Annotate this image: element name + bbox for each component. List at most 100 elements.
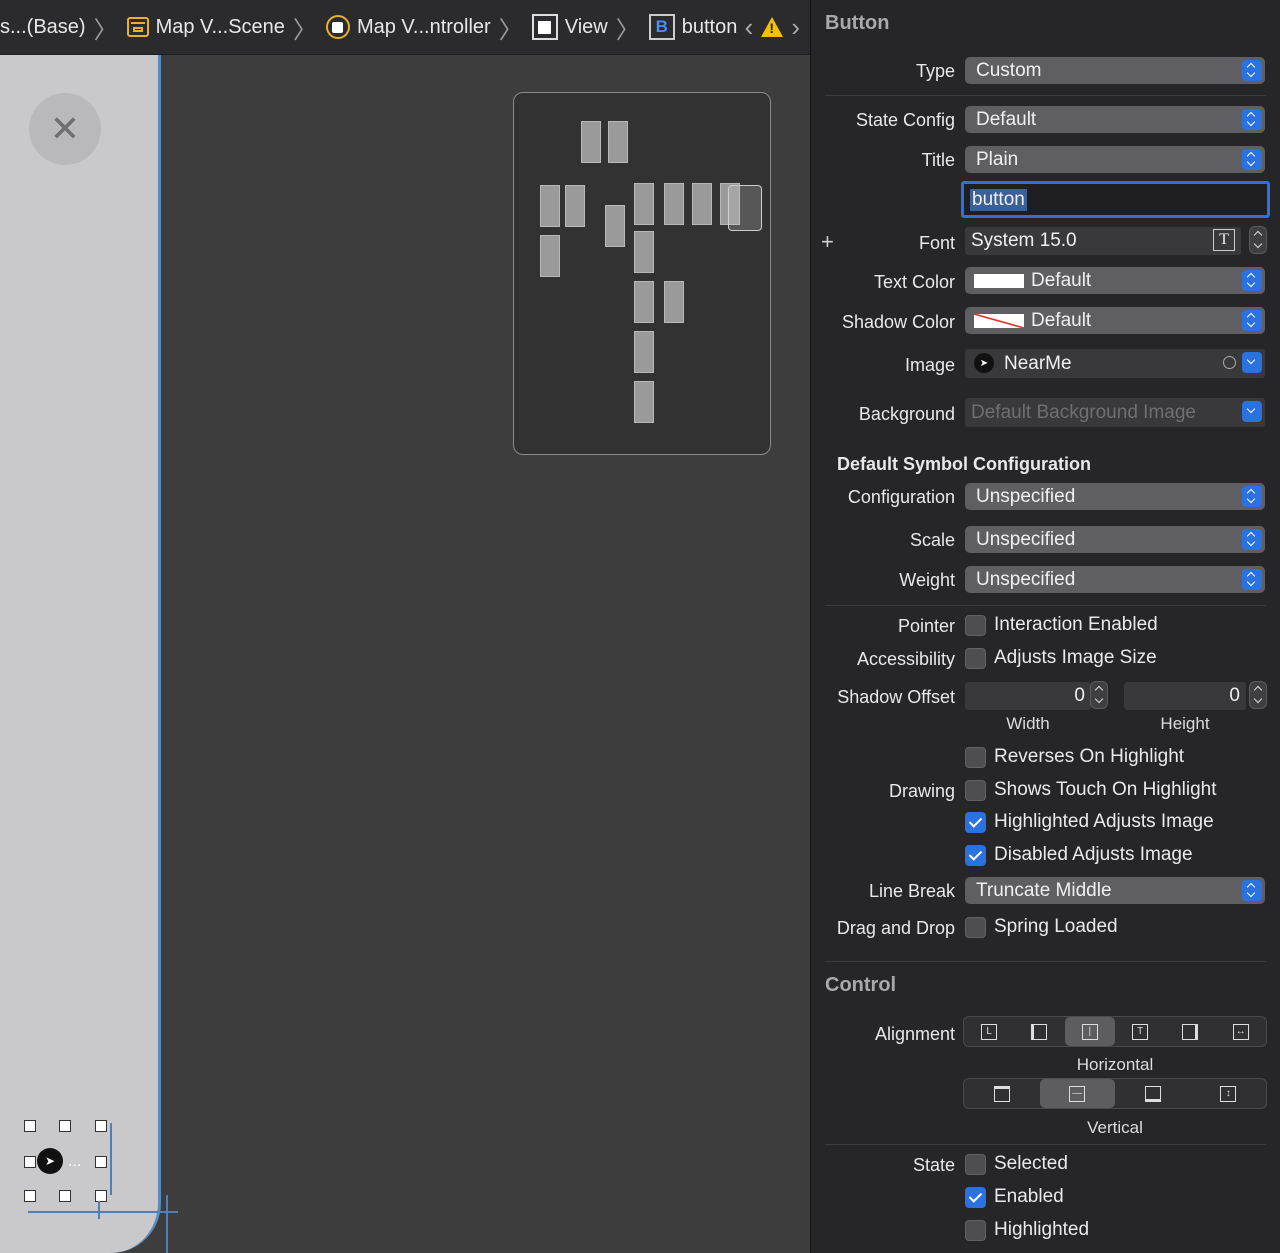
highlighted-adjusts-image-checkbox[interactable] <box>965 812 986 833</box>
highlighted-checkbox[interactable] <box>965 1220 986 1241</box>
align-left-edge-icon <box>1031 1023 1048 1040</box>
align-top-segment[interactable] <box>964 1079 1040 1108</box>
shadow-height-field[interactable]: 0 <box>1124 682 1246 710</box>
scale-value: Unspecified <box>976 528 1076 550</box>
title-text-value: button <box>970 188 1027 211</box>
highlighted-adjusts-image-label: Highlighted Adjusts Image <box>994 811 1214 832</box>
type-value: Custom <box>976 59 1042 81</box>
resize-handle[interactable] <box>24 1120 36 1132</box>
shadow-color-label: Shadow Color <box>841 312 955 332</box>
storyboard-minimap[interactable] <box>513 92 771 455</box>
align-trailing-segment[interactable]: T <box>1115 1017 1165 1046</box>
background-dropdown[interactable] <box>1239 398 1265 427</box>
resize-handle[interactable] <box>95 1156 107 1168</box>
crumb-scene-label: Map V...Scene <box>155 15 285 38</box>
align-left-segment[interactable] <box>1014 1017 1064 1046</box>
divider <box>825 95 1266 96</box>
resize-handle[interactable] <box>59 1190 71 1202</box>
font-field[interactable]: System 15.0 T <box>965 227 1241 255</box>
text-color-popup[interactable]: Default <box>965 267 1265 294</box>
crumb-button[interactable]: B button <box>648 14 737 40</box>
crumb-base[interactable]: s...(Base) <box>0 16 86 39</box>
disabled-adjusts-image-checkbox[interactable] <box>965 845 986 866</box>
align-leading-segment[interactable]: L <box>964 1017 1014 1046</box>
spring-loaded-checkbox[interactable] <box>965 917 986 938</box>
constraint-guide <box>28 1211 178 1213</box>
align-fill-segment[interactable]: ↔ <box>1216 1017 1266 1046</box>
scale-label: Scale <box>909 530 955 550</box>
color-swatch <box>974 274 1024 288</box>
constraint-guide <box>166 1195 168 1253</box>
shadow-width-field[interactable]: 0 <box>965 682 1091 710</box>
shadow-offset-label: Shadow Offset <box>837 687 955 707</box>
disabled-adjusts-image-label: Disabled Adjusts Image <box>994 844 1193 865</box>
storyboard-canvas[interactable]: ✕ ➤ ... <box>0 55 810 1253</box>
minimap-scene <box>634 183 654 225</box>
minimap-viewport[interactable] <box>728 185 762 231</box>
adjusts-image-size-label: Adjusts Image Size <box>994 647 1157 668</box>
crumb-view[interactable]: View <box>531 14 608 40</box>
shows-touch-on-highlight-checkbox[interactable] <box>965 780 986 801</box>
crumb-controller[interactable]: Map V...ntroller <box>325 15 491 39</box>
spring-loaded-label: Spring Loaded <box>994 916 1118 937</box>
previous-issue-icon[interactable]: ‹ <box>745 12 754 43</box>
align-bottom-segment[interactable] <box>1115 1079 1191 1108</box>
interaction-enabled-checkbox[interactable] <box>965 615 986 636</box>
selected-nearme-button[interactable]: ➤ <box>37 1148 63 1174</box>
symbol-config-header: Default Symbol Configuration <box>837 454 1091 474</box>
shadow-width-stepper[interactable] <box>1090 681 1108 709</box>
resize-handle[interactable] <box>59 1120 71 1132</box>
align-middle-segment[interactable]: — <box>1039 1079 1115 1108</box>
resize-handle[interactable] <box>24 1190 36 1202</box>
reverses-on-highlight-checkbox[interactable] <box>965 747 986 768</box>
align-center-segment[interactable]: | <box>1064 1017 1115 1046</box>
resize-handle[interactable] <box>24 1156 36 1168</box>
title-text-field[interactable]: button <box>961 181 1270 218</box>
button-section-title: Button <box>825 12 890 34</box>
shadow-height-stepper[interactable] <box>1249 681 1267 709</box>
shadow-color-popup[interactable]: Default <box>965 307 1265 334</box>
weight-popup[interactable]: Unspecified <box>965 566 1265 593</box>
minimap-scene <box>692 183 712 225</box>
align-middle-icon: — <box>1069 1085 1086 1102</box>
view-icon <box>531 14 558 40</box>
title-label: Title <box>921 150 955 170</box>
image-combo[interactable]: ➤ NearMe <box>965 349 1265 378</box>
align-fill-vertical-segment[interactable]: ↕ <box>1191 1079 1267 1108</box>
line-break-popup[interactable]: Truncate Middle <box>965 877 1265 904</box>
vertical-alignment-control[interactable]: — ↕ <box>963 1078 1267 1109</box>
scale-popup[interactable]: Unspecified <box>965 526 1265 553</box>
warning-icon[interactable]: ! <box>761 17 784 37</box>
add-font-variation-button[interactable]: + <box>821 229 834 255</box>
selected-checkbox[interactable] <box>965 1154 986 1175</box>
device-frame: ✕ ➤ ... <box>0 55 178 1253</box>
next-issue-icon[interactable]: › <box>791 12 800 43</box>
horizontal-caption: Horizontal <box>1076 1055 1154 1074</box>
state-config-popup[interactable]: Default <box>965 106 1265 133</box>
enabled-label: Enabled <box>994 1186 1064 1207</box>
horizontal-alignment-control[interactable]: L | T ↔ <box>963 1016 1267 1047</box>
enabled-checkbox[interactable] <box>965 1187 986 1208</box>
width-caption: Width <box>1006 714 1050 733</box>
image-dropdown[interactable] <box>1239 349 1265 378</box>
type-popup[interactable]: Custom <box>965 57 1265 84</box>
shadow-color-value: Default <box>1031 309 1092 331</box>
font-picker-icon[interactable]: T <box>1213 229 1235 251</box>
title-type-popup[interactable]: Plain <box>965 146 1265 173</box>
crumb-scene[interactable]: Map V...Scene <box>126 15 285 39</box>
resize-handle[interactable] <box>95 1190 107 1202</box>
resize-handle[interactable] <box>95 1120 107 1132</box>
go-to-image-icon[interactable] <box>1223 356 1236 369</box>
storyboard-scene-icon <box>126 17 149 37</box>
control-section-title: Control <box>825 974 897 996</box>
divider <box>825 961 1266 962</box>
configuration-popup[interactable]: Unspecified <box>965 483 1265 510</box>
close-button[interactable]: ✕ <box>29 93 101 165</box>
adjusts-image-size-checkbox[interactable] <box>965 648 986 669</box>
popup-arrows-icon <box>1242 569 1262 590</box>
align-right-segment[interactable] <box>1165 1017 1215 1046</box>
background-combo[interactable]: Default Background Image <box>965 398 1265 427</box>
font-size-stepper[interactable] <box>1249 226 1267 254</box>
chevron-down-icon <box>1242 401 1262 422</box>
vertical-caption: Vertical <box>1087 1118 1143 1137</box>
